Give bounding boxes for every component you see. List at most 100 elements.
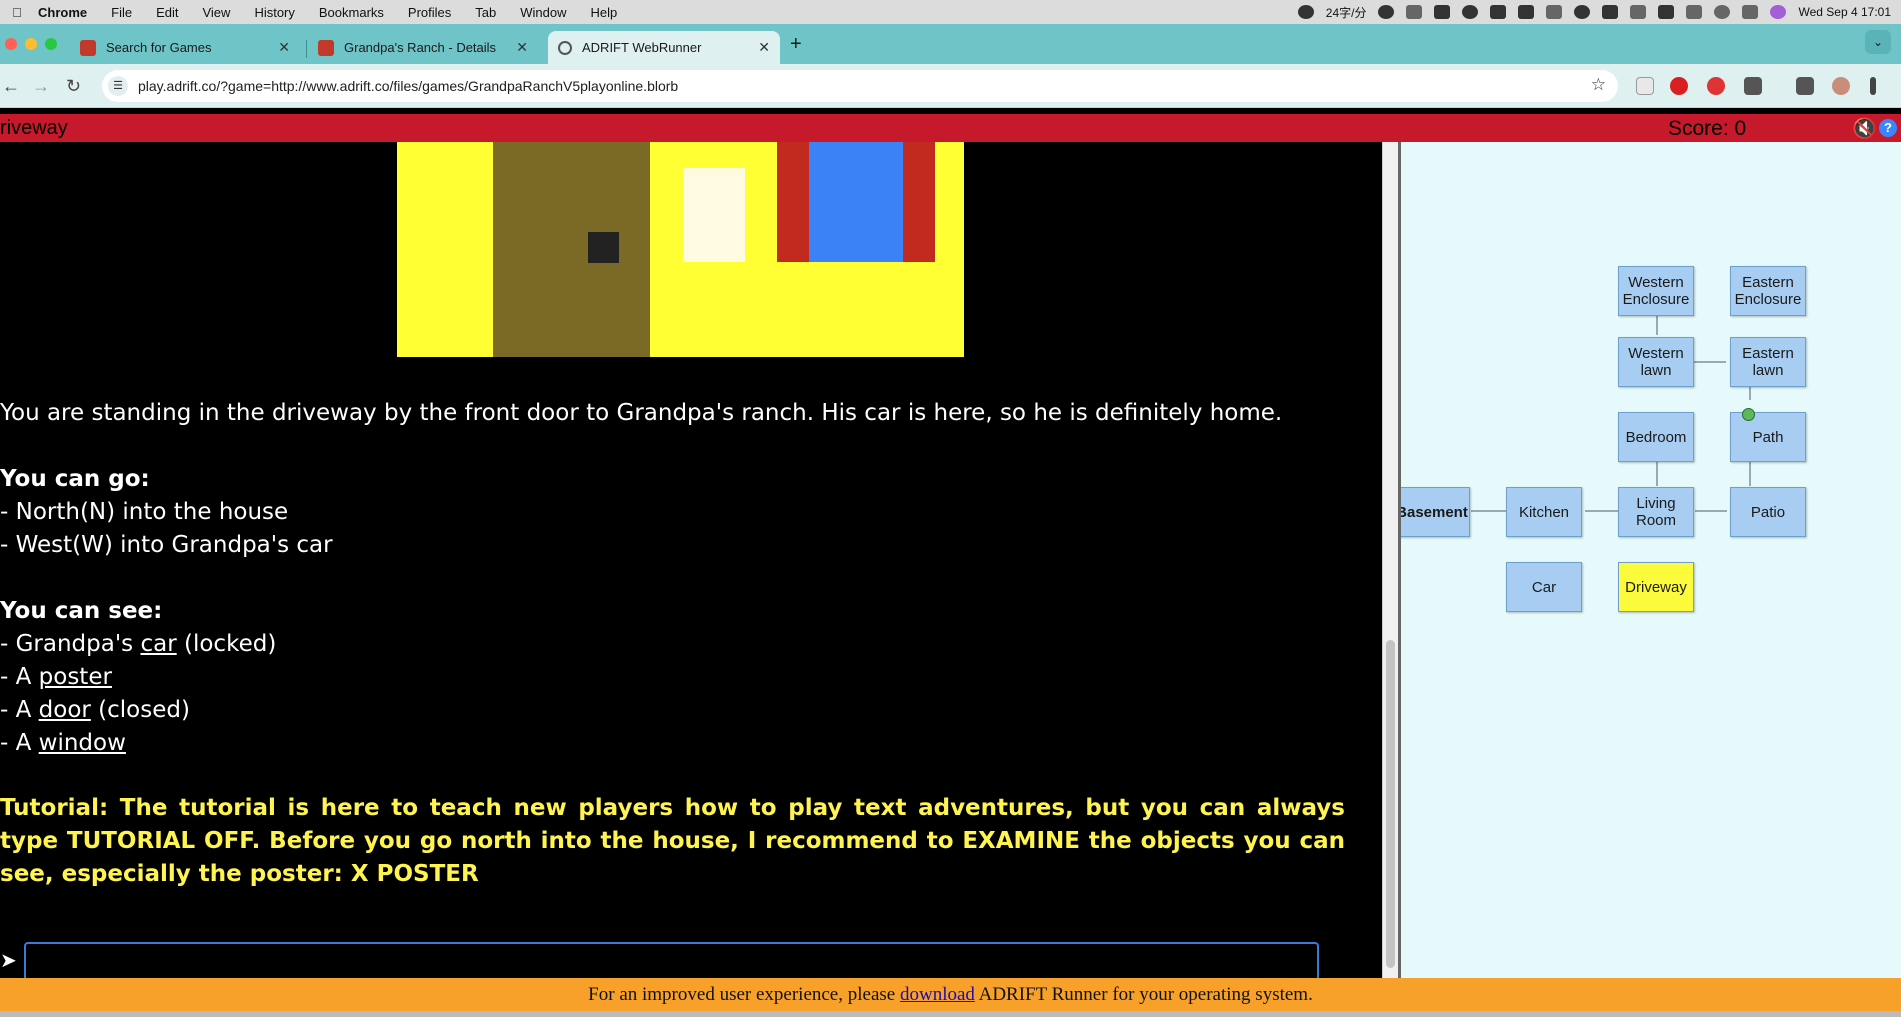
- input-rate-text: 24字/分: [1325, 5, 1367, 20]
- adblock-icon[interactable]: [1707, 77, 1725, 95]
- clock[interactable]: Wed Sep 4 17:01: [1798, 5, 1891, 19]
- window-zoom-button[interactable]: [45, 38, 57, 50]
- cloud-icon[interactable]: [1574, 5, 1591, 19]
- tab-adrift-webrunner[interactable]: ADRIFT WebRunner ✕: [548, 31, 780, 64]
- siri-icon[interactable]: [1770, 5, 1787, 19]
- menu-edit[interactable]: Edit: [144, 5, 190, 20]
- object-link-car[interactable]: car: [140, 631, 176, 657]
- menu-window[interactable]: Window: [508, 5, 578, 20]
- stop-extension-icon[interactable]: [1670, 77, 1688, 95]
- object-line-window: - A window: [0, 730, 126, 756]
- object-link-poster[interactable]: poster: [39, 664, 112, 690]
- url-text[interactable]: play.adrift.co/?game=http://www.adrift.c…: [138, 78, 678, 94]
- map-room-eastern-lawn[interactable]: Eastern lawn: [1730, 337, 1806, 387]
- control-center-icon[interactable]: [1742, 5, 1759, 19]
- battery-icon[interactable]: [1658, 5, 1675, 19]
- bluetooth-icon[interactable]: [1546, 5, 1563, 19]
- forward-button[interactable]: →: [32, 76, 50, 97]
- map-connector: [1749, 461, 1751, 486]
- tab-close-icon[interactable]: ✕: [758, 39, 770, 56]
- profile-avatar[interactable]: [1832, 77, 1850, 95]
- menu-history[interactable]: History: [242, 5, 306, 20]
- map-player-marker: [1742, 408, 1755, 421]
- wechat-icon[interactable]: [1297, 5, 1314, 19]
- help-icon[interactable]: ?: [1879, 119, 1897, 137]
- reload-button[interactable]: ↻: [66, 76, 81, 97]
- download-link[interactable]: download: [900, 984, 975, 1005]
- object-prefix: - A: [0, 697, 39, 723]
- map-room-eastern-enclosure[interactable]: Eastern Enclosure: [1730, 266, 1806, 316]
- map-connector: [1694, 361, 1726, 363]
- emoji-icon[interactable]: [1378, 5, 1395, 19]
- site-info-icon[interactable]: ☰: [108, 76, 128, 96]
- s-app-icon[interactable]: [1518, 5, 1535, 19]
- object-line-car: - Grandpa's car (locked): [0, 631, 276, 657]
- exit-west: - West(W) into Grandpa's car: [0, 532, 333, 558]
- address-bar[interactable]: ☰ play.adrift.co/?game=http://www.adrift…: [102, 70, 1618, 102]
- input-method-icon[interactable]: [1434, 5, 1451, 19]
- map-room-western-lawn[interactable]: Western lawn: [1618, 337, 1694, 387]
- menu-view[interactable]: View: [190, 5, 242, 20]
- browser-toolbar: ← → ↻ ☰ play.adrift.co/?game=http://www.…: [0, 64, 1901, 108]
- game-output-panel: You are standing in the driveway by the …: [0, 142, 1382, 978]
- object-link-window[interactable]: window: [39, 730, 126, 756]
- menu-app-name[interactable]: Chrome: [28, 5, 99, 20]
- window-glass-image: [809, 142, 903, 262]
- menu-profiles[interactable]: Profiles: [396, 5, 463, 20]
- map-room-path[interactable]: Path: [1730, 412, 1806, 462]
- window-minimize-button[interactable]: [25, 38, 37, 50]
- pdf-extension-icon[interactable]: [1636, 77, 1654, 95]
- scrobble-icon[interactable]: [1602, 5, 1619, 19]
- scrollbar-thumb[interactable]: [1386, 640, 1395, 968]
- objects-heading: You can see:: [0, 598, 163, 624]
- map-room-bedroom[interactable]: Bedroom: [1618, 412, 1694, 462]
- poster-image: [683, 168, 745, 262]
- app-icon[interactable]: [1490, 5, 1507, 19]
- apple-icon[interactable]: : [6, 5, 28, 20]
- notice-text-before: For an improved user experience, please: [588, 984, 900, 1005]
- menu-file[interactable]: File: [99, 5, 144, 20]
- output-scrollbar[interactable]: [1382, 142, 1398, 978]
- microphone-icon[interactable]: [1406, 5, 1423, 19]
- menu-help[interactable]: Help: [579, 5, 630, 20]
- game-status-bar: riveway Score: 0 🔇 ?: [0, 114, 1901, 142]
- tab-close-icon[interactable]: ✕: [278, 39, 290, 56]
- notice-text-after: ADRIFT Runner for your operating system.: [974, 984, 1313, 1005]
- object-suffix: (closed): [90, 697, 190, 723]
- new-tab-button[interactable]: +: [790, 33, 802, 56]
- wifi-icon[interactable]: [1686, 5, 1703, 19]
- menu-tab[interactable]: Tab: [463, 5, 508, 20]
- exits-heading: You can go:: [0, 466, 150, 492]
- map-connector: [1471, 510, 1509, 512]
- map-room-living-room[interactable]: Living Room: [1618, 487, 1694, 537]
- tab-search-for-games[interactable]: Search for Games ✕: [70, 31, 300, 64]
- map-room-patio[interactable]: Patio: [1730, 487, 1806, 537]
- download-icon[interactable]: [1796, 77, 1814, 95]
- command-input[interactable]: [24, 942, 1319, 978]
- tab-grandpas-ranch-details[interactable]: Grandpa's Ranch - Details ✕: [308, 31, 538, 64]
- globe-icon: [558, 40, 572, 55]
- tab-search-chevron-icon[interactable]: ⌄: [1865, 30, 1891, 54]
- object-prefix: - A: [0, 730, 39, 756]
- back-button[interactable]: ←: [2, 76, 20, 97]
- object-line-poster: - A poster: [0, 664, 112, 690]
- menu-bookmarks[interactable]: Bookmarks: [307, 5, 396, 20]
- map-room-basement[interactable]: Basement: [1401, 487, 1470, 537]
- map-room-driveway[interactable]: Driveway: [1618, 562, 1694, 612]
- bookmark-star-icon[interactable]: ☆: [1591, 75, 1606, 95]
- chrome-menu-icon[interactable]: [1870, 77, 1876, 95]
- window-close-button[interactable]: [5, 38, 17, 50]
- tab-separator: [306, 40, 307, 58]
- map-room-western-enclosure[interactable]: Western Enclosure: [1618, 266, 1694, 316]
- sound-mute-icon[interactable]: 🔇: [1852, 116, 1877, 141]
- mute-icon[interactable]: [1630, 5, 1647, 19]
- extensions-puzzle-icon[interactable]: [1744, 77, 1762, 95]
- openai-icon[interactable]: [1462, 5, 1479, 19]
- map-panel[interactable]: Western Enclosure Eastern Enclosure West…: [1398, 142, 1901, 978]
- tab-close-icon[interactable]: ✕: [516, 39, 528, 56]
- object-link-door[interactable]: door: [39, 697, 91, 723]
- spotlight-search-icon[interactable]: [1714, 5, 1731, 19]
- map-room-kitchen[interactable]: Kitchen: [1506, 487, 1582, 537]
- map-room-car[interactable]: Car: [1506, 562, 1582, 612]
- download-notice-bar: For an improved user experience, please …: [0, 978, 1901, 1011]
